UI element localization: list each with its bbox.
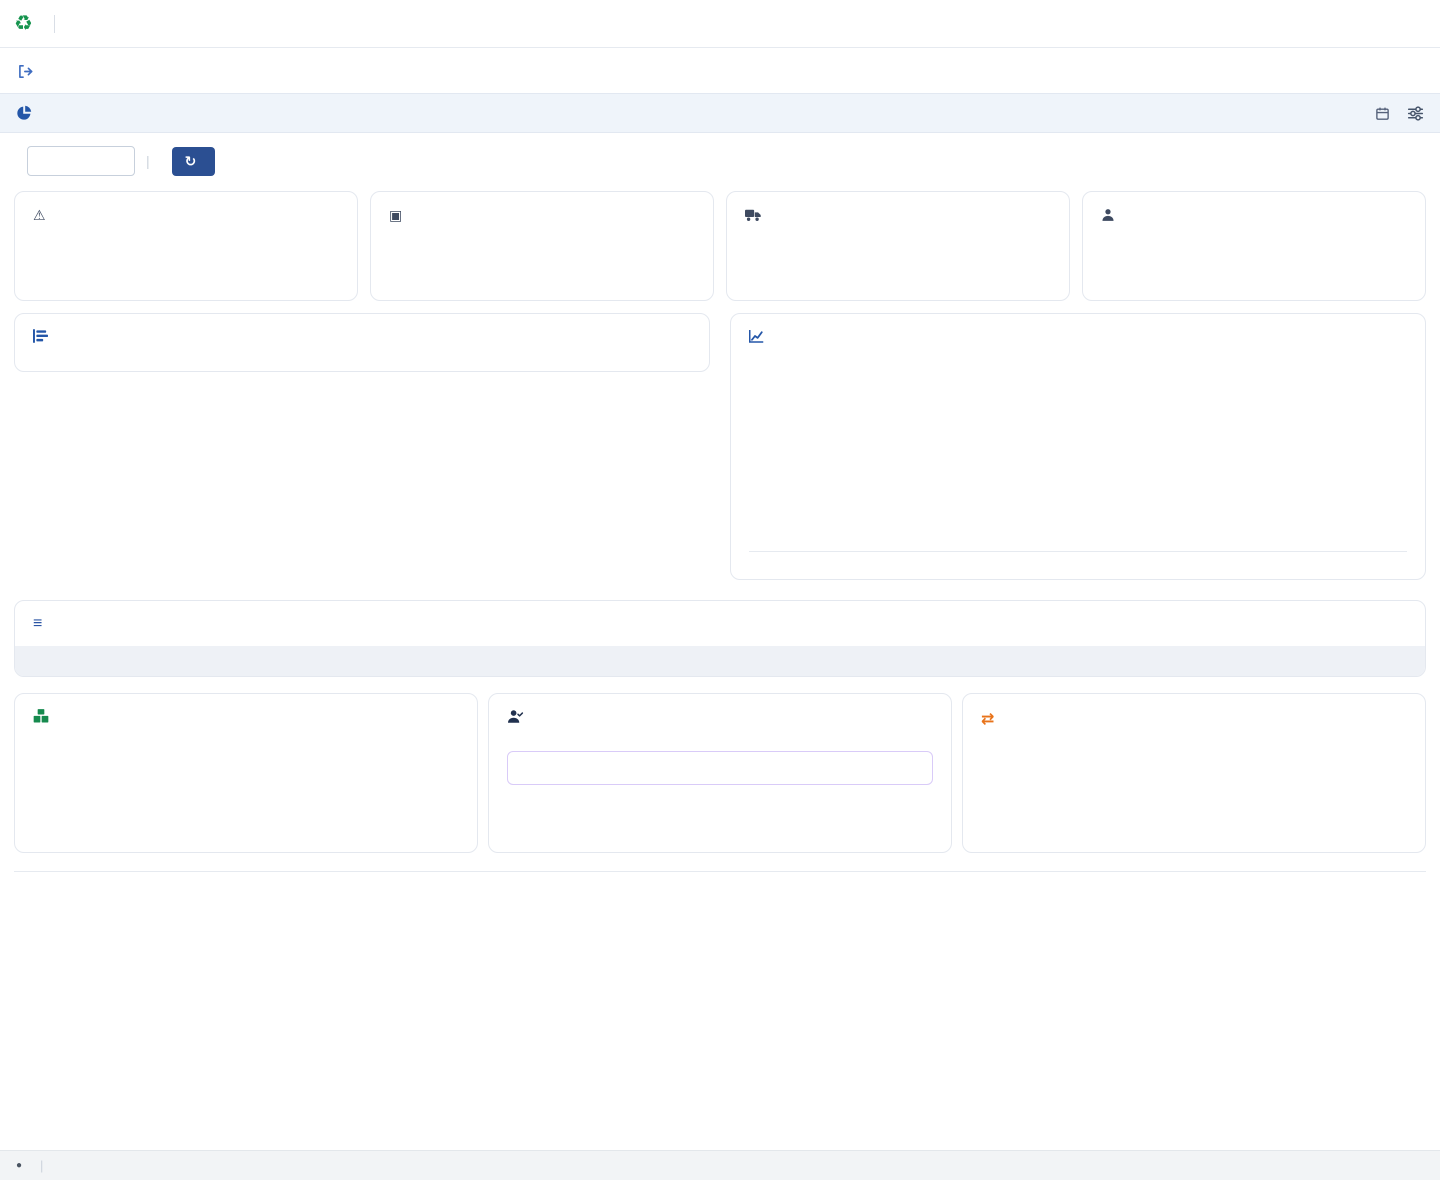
top-bar: ♻ bbox=[0, 0, 1440, 48]
member-icon bbox=[1101, 208, 1115, 222]
truck-icon bbox=[745, 208, 762, 222]
footnote bbox=[14, 871, 1426, 898]
purchase-table bbox=[15, 646, 1425, 676]
weekly-chart-card bbox=[730, 313, 1426, 580]
boxes-icon bbox=[33, 709, 49, 724]
date-display[interactable] bbox=[1375, 106, 1397, 121]
inventory-chart-card bbox=[14, 313, 710, 372]
order-summary-card bbox=[14, 693, 478, 853]
x-axis-labels bbox=[749, 540, 1407, 552]
filter-row: | ↻ bbox=[0, 133, 1440, 189]
purchase-table-card: ≡ bbox=[14, 600, 1426, 677]
hbar-chart-icon bbox=[33, 329, 48, 343]
card-pending-members[interactable] bbox=[1082, 191, 1426, 301]
base-date-input[interactable] bbox=[27, 146, 135, 176]
refresh-button[interactable]: ↻ bbox=[172, 147, 216, 176]
card-week-orders[interactable] bbox=[726, 191, 1070, 301]
flow-trend-card: ⇄ bbox=[962, 693, 1426, 853]
line-chart-icon bbox=[749, 329, 764, 343]
go-to-approval-button[interactable] bbox=[507, 751, 933, 785]
main-content: ⚠ ▣ bbox=[0, 189, 1440, 898]
member-check-icon bbox=[507, 709, 524, 724]
inventory-rows bbox=[15, 351, 709, 371]
charts-row bbox=[14, 313, 1426, 580]
weekly-chart bbox=[731, 351, 1425, 579]
recycle-icon: ♻ bbox=[14, 11, 33, 36]
calendar-icon bbox=[1375, 106, 1390, 121]
sliders-icon bbox=[1407, 105, 1424, 122]
exit-icon bbox=[16, 63, 33, 80]
view-switcher bbox=[0, 48, 1440, 93]
list-icon: ≡ bbox=[33, 615, 42, 633]
divider bbox=[54, 15, 55, 33]
refresh-icon: ↻ bbox=[185, 153, 197, 170]
filter-settings-button[interactable] bbox=[1407, 105, 1424, 122]
purchase-doc-icon: ▣ bbox=[389, 208, 402, 222]
table-header bbox=[15, 646, 1425, 676]
bars-area bbox=[749, 353, 1407, 533]
dashboard-titlebar bbox=[0, 93, 1440, 133]
swap-arrows-icon: ⇄ bbox=[981, 709, 994, 729]
divider: | bbox=[146, 153, 150, 169]
chart-caption bbox=[749, 552, 1407, 579]
status-bar: ● | bbox=[0, 1150, 1440, 1180]
bottom-cards-row: ⇄ bbox=[14, 693, 1426, 853]
status-dot: ● bbox=[16, 1160, 22, 1171]
brand-area: ♻ bbox=[14, 0, 68, 47]
kpi-grid: ⚠ ▣ bbox=[14, 191, 1426, 301]
card-pending-purchase[interactable]: ▣ bbox=[370, 191, 714, 301]
divider: | bbox=[40, 1158, 43, 1173]
warning-icon: ⚠ bbox=[33, 208, 46, 222]
card-low-stock[interactable]: ⚠ bbox=[14, 191, 358, 301]
exit-button[interactable] bbox=[16, 63, 33, 80]
pie-chart-icon bbox=[16, 105, 32, 121]
approval-card bbox=[488, 693, 952, 853]
